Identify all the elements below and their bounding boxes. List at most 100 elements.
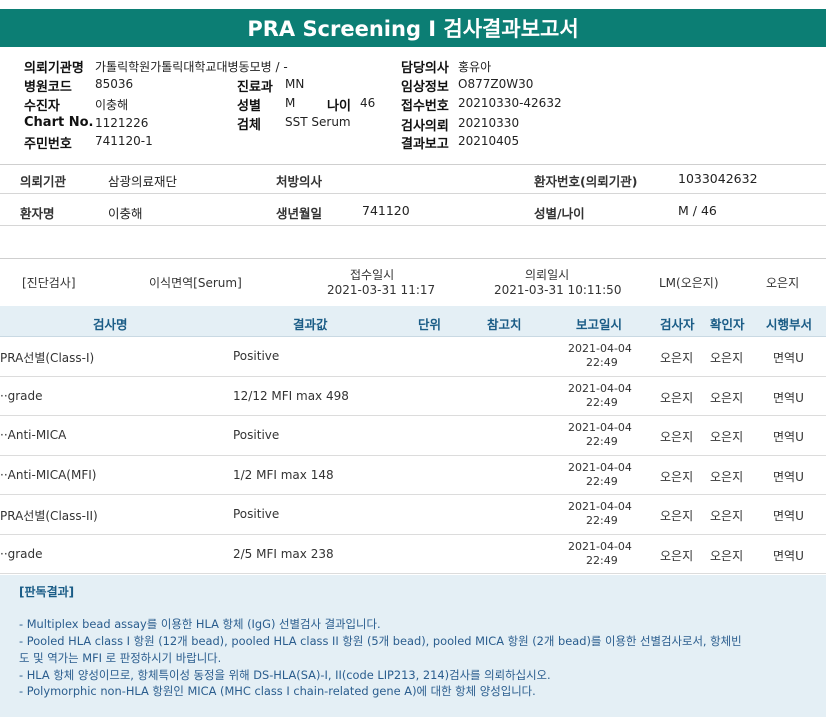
exam-receipt-value: 2021-03-31 11:17 — [327, 283, 436, 297]
result-time: 22:49 — [586, 474, 618, 488]
req-inst-value: 가톨릭학원가톨릭대학교대병동모병 / - — [95, 60, 288, 74]
dob-value: 741120 — [362, 203, 410, 218]
result-time: 22:49 — [586, 514, 618, 527]
req-inst-value: 삼광의료재단 — [108, 174, 178, 189]
table-row[interactable]: ··grade 12/12 MFI max 498 2021-04-04 22:49 오… — [0, 377, 826, 416]
exam-category: [진단검사] — [22, 276, 76, 290]
interpretation-line: - Polymorphic non-HLA 항원인 MICA (MHC clas… — [19, 684, 536, 698]
request-value: 20210330 — [458, 116, 520, 130]
result-checker: 오은지 — [710, 548, 744, 563]
hosp-code-label: 병원코드 — [24, 80, 72, 95]
interpretation-line: - Multiplex bead assay를 이용한 HLA 항체 (IgG)… — [19, 617, 381, 631]
report-label: 결과보고 — [401, 137, 449, 152]
table-row[interactable]: ··grade 2/5 MFI max 238 2021-04-04 22:49 오은지… — [0, 535, 826, 574]
result-dept: 면역U — [773, 548, 804, 563]
specimen-value: SST Serum — [285, 115, 351, 129]
result-name: ··grade — [0, 546, 43, 561]
age-label: 나이 — [327, 99, 351, 114]
result-dept: 면역U — [773, 390, 804, 405]
sex-age-label: 성별/나이 — [534, 206, 585, 221]
sex-age-value: M / 46 — [678, 203, 717, 218]
result-time: 22:49 — [586, 553, 618, 567]
name-label: 수진자 — [24, 99, 60, 114]
exam-receipt-label: 접수일시 — [350, 268, 395, 282]
receipt-label: 접수번호 — [401, 99, 449, 114]
interpretation-panel: [판독결과] - Multiplex bead assay를 이용한 HLA 항… — [0, 575, 826, 717]
result-dept: 면역U — [773, 351, 804, 365]
exam-lm: LM(오은지) — [659, 276, 719, 290]
patient-row-1: 의뢰기관 삼광의료재단 처방의사 환자번호(의뢰기관) 1033042632 — [0, 162, 826, 194]
result-date: 2021-04-04 — [568, 342, 632, 355]
table-row[interactable]: PRA선별(Class-II) Positive 2021-04-04 22:49 오은… — [0, 495, 826, 535]
patient-row-2: 환자명 이충해 생년월일 741120 성별/나이 M / 46 — [0, 194, 826, 226]
result-tester: 오은지 — [660, 469, 694, 484]
pt-name-value: 이충해 — [108, 206, 143, 221]
result-checker: 오은지 — [710, 430, 744, 444]
req-inst-label: 의뢰기관 — [20, 174, 67, 189]
result-tester: 오은지 — [660, 548, 694, 563]
result-tester: 오은지 — [660, 509, 694, 523]
result-checker: 오은지 — [710, 390, 744, 405]
exam-info-bar: [진단검사] 이식면역[Serum] 접수일시 2021-03-31 11:17… — [0, 258, 826, 306]
result-name: ··Anti-MICA(MFI) — [0, 467, 97, 482]
dob-label: 생년월일 — [276, 206, 323, 221]
specimen-label: 검체 — [237, 118, 261, 133]
presc-label: 처방의사 — [276, 174, 323, 189]
result-date: 2021-04-04 — [568, 381, 632, 395]
request-label: 검사의뢰 — [401, 119, 449, 134]
table-row[interactable]: PRA선별(Class-I) Positive 2021-04-04 22:49 오은지… — [0, 337, 826, 377]
result-name: PRA선별(Class-I) — [0, 351, 95, 365]
col-unit: 단위 — [418, 317, 442, 332]
result-value: Positive — [233, 349, 280, 363]
result-value: Positive — [233, 428, 280, 442]
report-title: PRA Screening I 검사결과보고서 — [0, 9, 826, 47]
sex-label: 성별 — [237, 99, 261, 114]
result-dept: 면역U — [773, 430, 804, 444]
result-date: 2021-04-04 — [568, 460, 632, 474]
result-tester: 오은지 — [660, 430, 694, 444]
interpretation-line: - HLA 항체 양성이므로, 항체특이성 동정을 위해 DS-HLA(SA)-… — [19, 668, 551, 682]
result-checker: 오은지 — [710, 469, 744, 484]
dept-value: MN — [285, 77, 305, 91]
col-value: 결과값 — [293, 317, 328, 332]
result-date: 2021-04-04 — [568, 500, 632, 513]
interpretation-line: - Pooled HLA class I 항원 (12개 bead), pool… — [19, 634, 742, 648]
col-reference: 참고치 — [487, 317, 522, 332]
result-tester: 오은지 — [660, 351, 694, 365]
name-value: 이충해 — [95, 98, 129, 112]
result-name: PRA선별(Class-II) — [0, 509, 98, 523]
clinical-value: O877Z0W30 — [458, 77, 534, 91]
doctor-value: 홍유아 — [458, 60, 492, 74]
result-name: ··grade — [0, 388, 43, 403]
table-row[interactable]: ··Anti-MICA(MFI) 1/2 MFI max 148 2021-04-0… — [0, 456, 826, 495]
table-row[interactable]: ··Anti-MICA Positive 2021-04-04 22:49 오은지 오은지… — [0, 416, 826, 456]
results-table: 검사명 결과값 단위 참고치 보고일시 검사자 확인자 시행부서 PRA선별(C… — [0, 306, 826, 574]
result-value: Positive — [233, 507, 280, 521]
exam-request-label: 의뢰일시 — [525, 268, 570, 282]
report-value: 20210405 — [458, 134, 520, 148]
result-time: 22:49 — [586, 356, 618, 369]
col-checker: 확인자 — [710, 317, 745, 332]
result-name: ··Anti-MICA — [0, 428, 67, 442]
exam-test: 이식면역[Serum] — [149, 276, 242, 290]
result-value: 1/2 MFI max 148 — [233, 467, 334, 482]
result-time: 22:49 — [586, 395, 618, 409]
hosp-code-value: 85036 — [95, 77, 134, 91]
pt-no-value: 1033042632 — [678, 171, 758, 186]
doctor-label: 담당의사 — [401, 61, 449, 76]
result-checker: 오은지 — [710, 351, 744, 365]
rrn-value: 741120-1 — [95, 134, 153, 148]
result-checker: 오은지 — [710, 509, 744, 523]
result-dept: 면역U — [773, 509, 804, 523]
chart-value: 1121226 — [95, 116, 149, 130]
result-tester: 오은지 — [660, 390, 694, 405]
chart-label: Chart No. — [24, 115, 94, 130]
receipt-value: 20210330-42632 — [458, 96, 562, 110]
col-test-name: 검사명 — [93, 317, 128, 332]
patient-table: 의뢰기관 삼광의료재단 처방의사 환자번호(의뢰기관) 1033042632 환… — [0, 162, 826, 226]
result-time: 22:49 — [586, 435, 618, 448]
result-dept: 면역U — [773, 469, 804, 484]
col-report-date: 보고일시 — [576, 317, 623, 332]
exam-request-value: 2021-03-31 10:11:50 — [494, 283, 622, 297]
exam-person: 오은지 — [766, 276, 800, 290]
